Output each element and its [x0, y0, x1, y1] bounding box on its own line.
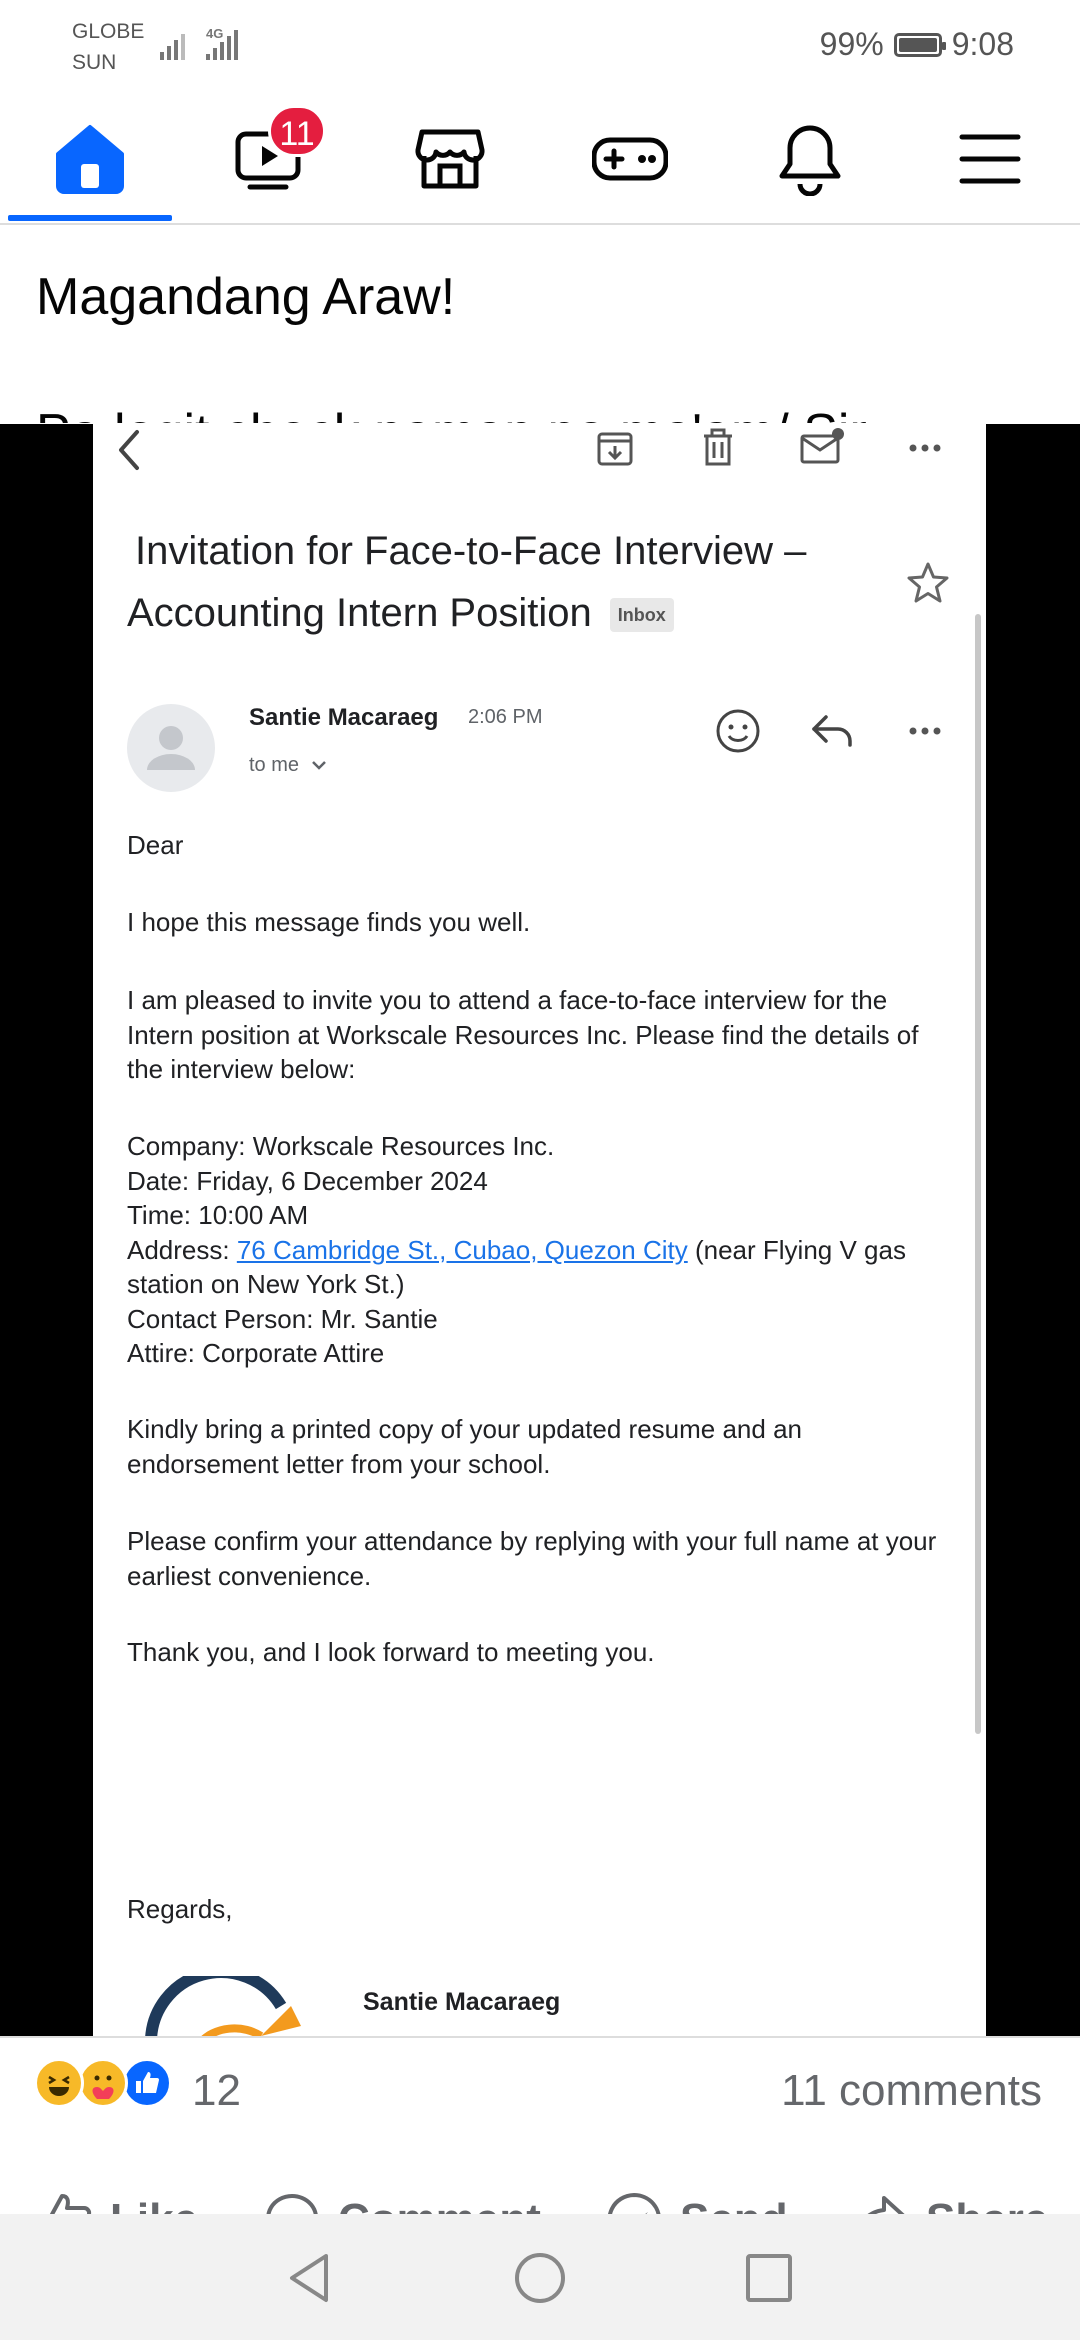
- detail-address: Address: 76 Cambridge St., Cubao, Quezon…: [127, 1233, 957, 1302]
- email-regards: Regards,: [127, 1894, 233, 1924]
- company-logo: [145, 1976, 301, 2036]
- more-options-icon: [909, 444, 941, 452]
- email-subject-text: Accounting Intern Position: [127, 591, 592, 635]
- trash-icon: [704, 428, 732, 466]
- like-reaction-icon: [122, 2058, 172, 2108]
- recipient-text: to me: [249, 754, 300, 776]
- battery-icon: [893, 32, 946, 57]
- nav-gaming[interactable]: [540, 95, 720, 223]
- post-text: Pa legit check naman po ma'am/ Sir salam…: [36, 399, 1046, 423]
- top-nav-bar: 11: [0, 95, 1080, 225]
- star-icon: [907, 562, 949, 603]
- nav-video[interactable]: [180, 95, 360, 223]
- carrier-1: GLOBE: [72, 20, 145, 43]
- battery-percent: 99%: [819, 26, 884, 62]
- person-icon: [147, 726, 195, 770]
- system-nav-bar: [0, 2214, 1080, 2340]
- carrier-names: GLOBE SUN: [72, 16, 144, 78]
- post-image[interactable]: Invitation for Face-to-Face Interview – …: [0, 424, 1080, 2036]
- comments-count[interactable]: 11 comments: [781, 2066, 1042, 2116]
- interview-details: Company: Workscale Resources Inc. Date: …: [127, 1129, 957, 1371]
- back-arrow-icon: [119, 430, 139, 470]
- email-paragraph-2: I am pleased to invite you to attend a f…: [127, 985, 919, 1084]
- archive-icon: [597, 432, 633, 466]
- signal-icon: 4G: [160, 26, 238, 60]
- scrollbar[interactable]: [975, 614, 981, 1734]
- marketplace-icon: [415, 129, 485, 189]
- email-subject-line-2: Accounting Intern Position Inbox: [127, 582, 674, 644]
- detail-contact: Contact Person: Mr. Santie: [127, 1303, 438, 1334]
- gaming-icon: [592, 137, 668, 181]
- inbox-label: Inbox: [609, 598, 674, 633]
- post-partial-line: Magandang Araw!: [36, 268, 456, 326]
- status-right: 99% 9:08: [820, 26, 1014, 63]
- email-greeting: Dear: [127, 830, 184, 860]
- home-nav-icon[interactable]: [512, 2250, 568, 2306]
- network-type: 4G: [206, 26, 223, 41]
- post-text-block: Magandang Araw! Pa legit check naman po …: [36, 223, 1046, 423]
- mark-unread-icon: [800, 428, 844, 464]
- chevron-down-icon: [311, 761, 326, 770]
- active-tab-indicator: [8, 215, 172, 221]
- back-nav-icon[interactable]: [284, 2250, 334, 2306]
- email-time: 2:06 PM: [468, 706, 543, 728]
- post-text-area: Magandang Araw! Pa legit check naman po …: [0, 223, 1080, 423]
- nav-marketplace[interactable]: [360, 95, 540, 223]
- emoji-react-icon: [716, 709, 760, 753]
- more-options-icon: [909, 727, 941, 735]
- care-reaction-icon: [78, 2058, 128, 2108]
- carrier-2: SUN: [72, 51, 117, 74]
- video-notification-badge: 11: [268, 105, 326, 157]
- status-bar: GLOBE SUN 4G 99% 9:08: [0, 0, 1080, 95]
- home-icon: [56, 125, 124, 194]
- notifications-icon: [779, 125, 841, 196]
- reaction-count[interactable]: 12: [192, 2066, 241, 2116]
- email-subject-line-1: Invitation for Face-to-Face Interview –: [135, 529, 807, 573]
- email-paragraph-1: I hope this message finds you well.: [127, 907, 531, 937]
- nav-menu[interactable]: [900, 95, 1080, 223]
- clock: 9:08: [951, 26, 1014, 62]
- signature-name: Santie Macaraeg: [363, 1988, 561, 2016]
- reaction-icons[interactable]: [34, 2058, 172, 2108]
- address-label: Address:: [127, 1234, 237, 1265]
- nav-notifications[interactable]: [720, 95, 900, 223]
- avatar: [127, 704, 215, 792]
- detail-date: Date: Friday, 6 December 2024: [127, 1165, 488, 1196]
- nav-home[interactable]: [0, 95, 180, 223]
- detail-attire: Attire: Corporate Attire: [127, 1338, 385, 1368]
- recipient: to me: [249, 754, 327, 777]
- haha-reaction-icon: [34, 2058, 84, 2108]
- reply-icon: [812, 715, 852, 747]
- email-paragraph-5: Thank you, and I look forward to meeting…: [127, 1637, 655, 1667]
- recents-nav-icon[interactable]: [744, 2252, 794, 2304]
- email-screenshot: Invitation for Face-to-Face Interview – …: [93, 424, 986, 2036]
- menu-icon: [959, 134, 1021, 184]
- email-paragraph-4: Please confirm your attendance by replyi…: [127, 1526, 937, 1591]
- detail-company: Company: Workscale Resources Inc.: [127, 1131, 555, 1161]
- sender-name: Santie Macaraeg: [249, 704, 439, 731]
- email-paragraph-3: Kindly bring a printed copy of your upda…: [127, 1414, 802, 1479]
- address-link[interactable]: 76 Cambridge St., Cubao, Quezon City: [237, 1235, 688, 1265]
- detail-time: Time: 10:00 AM: [127, 1200, 309, 1230]
